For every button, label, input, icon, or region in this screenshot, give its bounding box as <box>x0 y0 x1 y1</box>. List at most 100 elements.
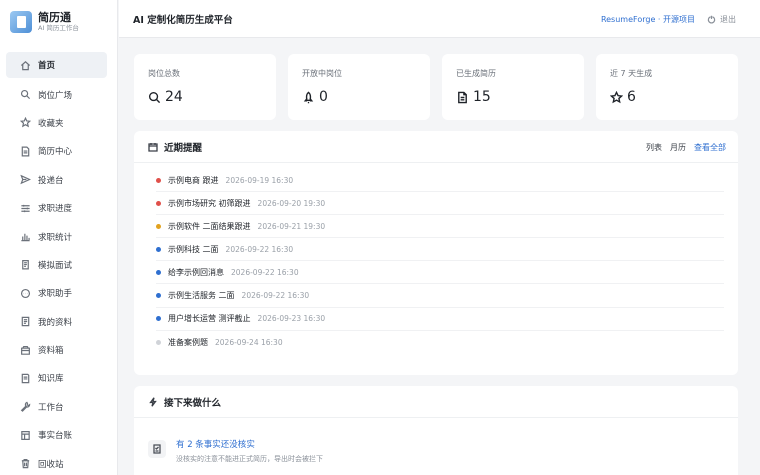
reminder-item[interactable]: 示例科技 二面 2026-09-22 16:30 <box>156 238 724 262</box>
brand[interactable]: 简历通 AI 简历工作台 <box>0 0 117 44</box>
sidebar-item-trash[interactable]: 回收站 <box>0 449 117 475</box>
bar-chart-icon <box>19 231 31 243</box>
stat-value: 0 <box>319 89 328 105</box>
sidebar-item-label: 回收站 <box>38 459 64 470</box>
sidebar-item-label: 知识库 <box>38 374 64 385</box>
sidebar-item-applications[interactable]: 投递台 <box>0 166 117 194</box>
sidebar-item-label: 首页 <box>38 61 56 71</box>
reminder-title: 示例生活服务 二面 <box>168 291 235 301</box>
reminder-item[interactable]: 给李示例回消息 2026-09-22 16:30 <box>156 261 724 285</box>
reminder-title: 示例市场研究 初筛跟进 <box>168 198 251 208</box>
view-calendar-tab[interactable]: 月历 <box>670 142 686 153</box>
logout-button[interactable]: 退出 <box>707 14 736 25</box>
reminder-list: 示例电商 跟进 2026-09-19 16:30 示例市场研究 初筛跟进 2026-0… <box>134 163 738 354</box>
status-dot <box>156 246 161 252</box>
sidebar-item-resumes[interactable]: 简历中心 <box>0 137 117 165</box>
next-actions-panel: 接下来做什么 有 2 条事实还没核实 没核实的注意不能进正式简历，导出时会被拦下 <box>134 386 738 475</box>
reminder-title: 用户增长运营 测评截止 <box>168 314 251 324</box>
reminder-item[interactable]: 用户增长运营 测评截止 2026-09-23 16:30 <box>156 308 724 331</box>
reminders-title: 近期提醒 <box>164 142 203 154</box>
reminder-title: 准备案例题 <box>168 337 208 347</box>
status-dot <box>156 293 161 299</box>
sidebar-item-label: 求职统计 <box>38 232 73 243</box>
search-icon <box>148 91 161 103</box>
stat-card-total-jobs: 岗位总数 24 <box>134 54 276 120</box>
checklist-icon <box>148 440 166 458</box>
trash-icon <box>19 458 31 470</box>
star-icon <box>610 90 623 103</box>
reminder-item[interactable]: 示例电商 跟进 2026-09-19 16:30 <box>156 169 724 193</box>
reminder-item[interactable]: 示例市场研究 初筛跟进 2026-09-20 19:30 <box>156 192 724 216</box>
wrench-icon <box>19 401 31 413</box>
reminder-time: 2026-09-24 16:30 <box>215 337 283 347</box>
sidebar-item-label: 岗位广场 <box>38 90 73 101</box>
reminder-item[interactable]: 示例生活服务 二面 2026-09-22 16:30 <box>156 284 724 308</box>
sidebar-item-label: 求职进度 <box>38 204 73 215</box>
todo-title[interactable]: 有 2 条事实还没核实 <box>176 438 323 450</box>
reminder-item[interactable]: 准备案例题 2026-09-24 16:30 <box>156 331 724 354</box>
top-bar: AI 定制化简历生成平台 ResumeForge · 开源项目 退出 <box>119 0 760 38</box>
next-actions-title: 接下来做什么 <box>164 397 222 409</box>
lightning-icon <box>148 396 164 407</box>
stat-label: 开放中岗位 <box>302 69 342 78</box>
status-dot <box>156 316 161 322</box>
rocket-icon <box>303 91 314 103</box>
stat-value: 24 <box>165 89 183 105</box>
reminder-title: 示例软件 二面结果跟进 <box>168 221 251 231</box>
sidebar-item-home[interactable]: 首页 <box>6 52 107 78</box>
sidebar-item-label: 事实台账 <box>38 431 73 442</box>
sidebar-item-jobs[interactable]: 岗位广场 <box>0 80 117 108</box>
chat-icon <box>19 287 31 299</box>
project-link[interactable]: ResumeForge · 开源项目 <box>601 14 695 25</box>
logout-icon <box>707 15 716 23</box>
progress-icon <box>19 202 31 214</box>
stat-value: 15 <box>473 89 491 105</box>
view-all-link[interactable]: 查看全部 <box>694 142 726 153</box>
sidebar-item-profile[interactable]: 我的资料 <box>0 308 117 336</box>
reminder-title: 给李示例回消息 <box>168 267 224 277</box>
sidebar-item-materials[interactable]: 资料箱 <box>0 336 117 364</box>
status-dot <box>156 269 161 275</box>
sidebar-item-label: 求职助手 <box>38 289 73 300</box>
sidebar-item-knowledge[interactable]: 知识库 <box>0 364 117 392</box>
sidebar-item-label: 简历中心 <box>38 147 73 158</box>
view-list-tab[interactable]: 列表 <box>646 142 662 153</box>
stat-label: 已生成简历 <box>456 69 496 78</box>
stat-value: 6 <box>627 89 636 105</box>
sidebar-item-label: 收藏夹 <box>38 118 64 129</box>
stat-label: 岗位总数 <box>148 69 180 78</box>
calendar-icon <box>148 142 164 152</box>
document-icon <box>458 91 467 103</box>
todo-description: 没核实的注意不能进正式简历，导出时会被拦下 <box>176 455 323 463</box>
ledger-icon <box>19 429 31 441</box>
reminder-title: 示例电商 跟进 <box>168 175 219 185</box>
send-icon <box>19 174 31 186</box>
sidebar-item-progress[interactable]: 求职进度 <box>0 194 117 222</box>
sidebar-item-label: 模拟面试 <box>38 260 73 271</box>
reminder-time: 2026-09-22 16:30 <box>225 244 294 254</box>
reminder-time: 2026-09-22 16:30 <box>231 267 299 277</box>
sidebar-item-workbench[interactable]: 工作台 <box>0 393 117 421</box>
reminder-time: 2026-09-23 16:30 <box>257 314 326 324</box>
sidebar-item-favorites[interactable]: 收藏夹 <box>0 109 117 137</box>
brand-subtitle: AI 简历工作台 <box>38 24 79 32</box>
document-icon <box>19 145 31 157</box>
reminder-time: 2026-09-19 16:30 <box>225 175 294 185</box>
clipboard-icon <box>19 259 31 271</box>
reminders-panel: 近期提醒 列表 月历 查看全部 示例电商 跟进 2026-09-19 16:30 示… <box>134 131 738 375</box>
app-logo-icon <box>10 11 32 33</box>
sidebar-nav: 首页 岗位广场 收藏夹 简历中心 投递台 求职进度 求职统计 模拟面试 求职助手… <box>0 52 117 475</box>
book-icon <box>19 372 31 384</box>
stat-card-recent-7-days: 近 7 天生成 6 <box>596 54 738 120</box>
reminder-item[interactable]: 示例软件 二面结果跟进 2026-09-21 19:30 <box>156 215 724 239</box>
box-icon <box>19 344 31 356</box>
sidebar-item-assistant[interactable]: 求职助手 <box>0 279 117 307</box>
sidebar-item-mock-interview[interactable]: 模拟面试 <box>0 251 117 279</box>
home-icon <box>19 59 31 71</box>
brand-name: 简历通 <box>38 11 71 24</box>
sidebar-item-facts-ledger[interactable]: 事实台账 <box>0 421 117 449</box>
stat-card-generated-resumes: 已生成简历 15 <box>442 54 584 120</box>
id-card-icon <box>19 316 31 328</box>
sidebar-item-stats[interactable]: 求职统计 <box>0 222 117 250</box>
todo-item[interactable]: 有 2 条事实还没核实 没核实的注意不能进正式简历，导出时会被拦下 <box>134 418 738 464</box>
